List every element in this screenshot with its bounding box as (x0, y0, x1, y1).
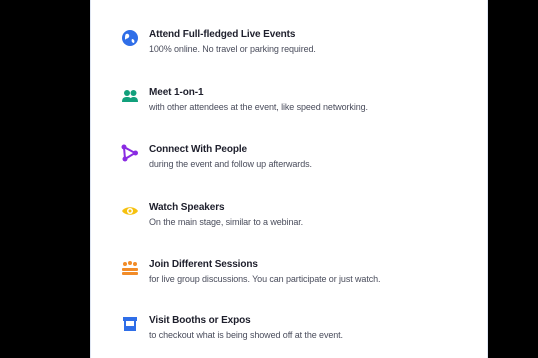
feature-description: to checkout what is being showed off at … (149, 330, 343, 340)
feature-visit-booths: Visit Booths or Expos to checkout what i… (121, 315, 481, 355)
feature-join-sessions: Join Different Sessions for live group d… (121, 259, 481, 299)
feature-title: Visit Booths or Expos (149, 315, 251, 326)
feature-description: for live group discussions. You can part… (149, 274, 381, 284)
feature-description: 100% online. No travel or parking requir… (149, 44, 316, 54)
features-card: Attend Full-fledged Live Events 100% onl… (90, 0, 488, 358)
feature-description: with other attendees at the event, like … (149, 102, 368, 112)
feature-description: On the main stage, similar to a webinar. (149, 217, 304, 227)
feature-title: Join Different Sessions (149, 259, 258, 270)
feature-title: Meet 1-on-1 (149, 87, 204, 98)
feature-title: Attend Full-fledged Live Events (149, 29, 296, 40)
group-icon (121, 259, 139, 277)
booth-icon (121, 315, 139, 333)
feature-live-events: Attend Full-fledged Live Events 100% onl… (121, 29, 481, 69)
people-icon (121, 87, 139, 105)
feature-description: during the event and follow up afterward… (149, 159, 312, 169)
feature-connect-people: Connect With People during the event and… (121, 144, 481, 184)
eye-icon (121, 202, 139, 220)
feature-watch-speakers: Watch Speakers On the main stage, simila… (121, 202, 481, 242)
feature-title: Connect With People (149, 144, 248, 155)
globe-icon (121, 29, 139, 47)
feature-meet-1-on-1: Meet 1-on-1 with other attendees at the … (121, 87, 481, 127)
network-icon (121, 144, 139, 162)
feature-title: Watch Speakers (149, 202, 225, 213)
